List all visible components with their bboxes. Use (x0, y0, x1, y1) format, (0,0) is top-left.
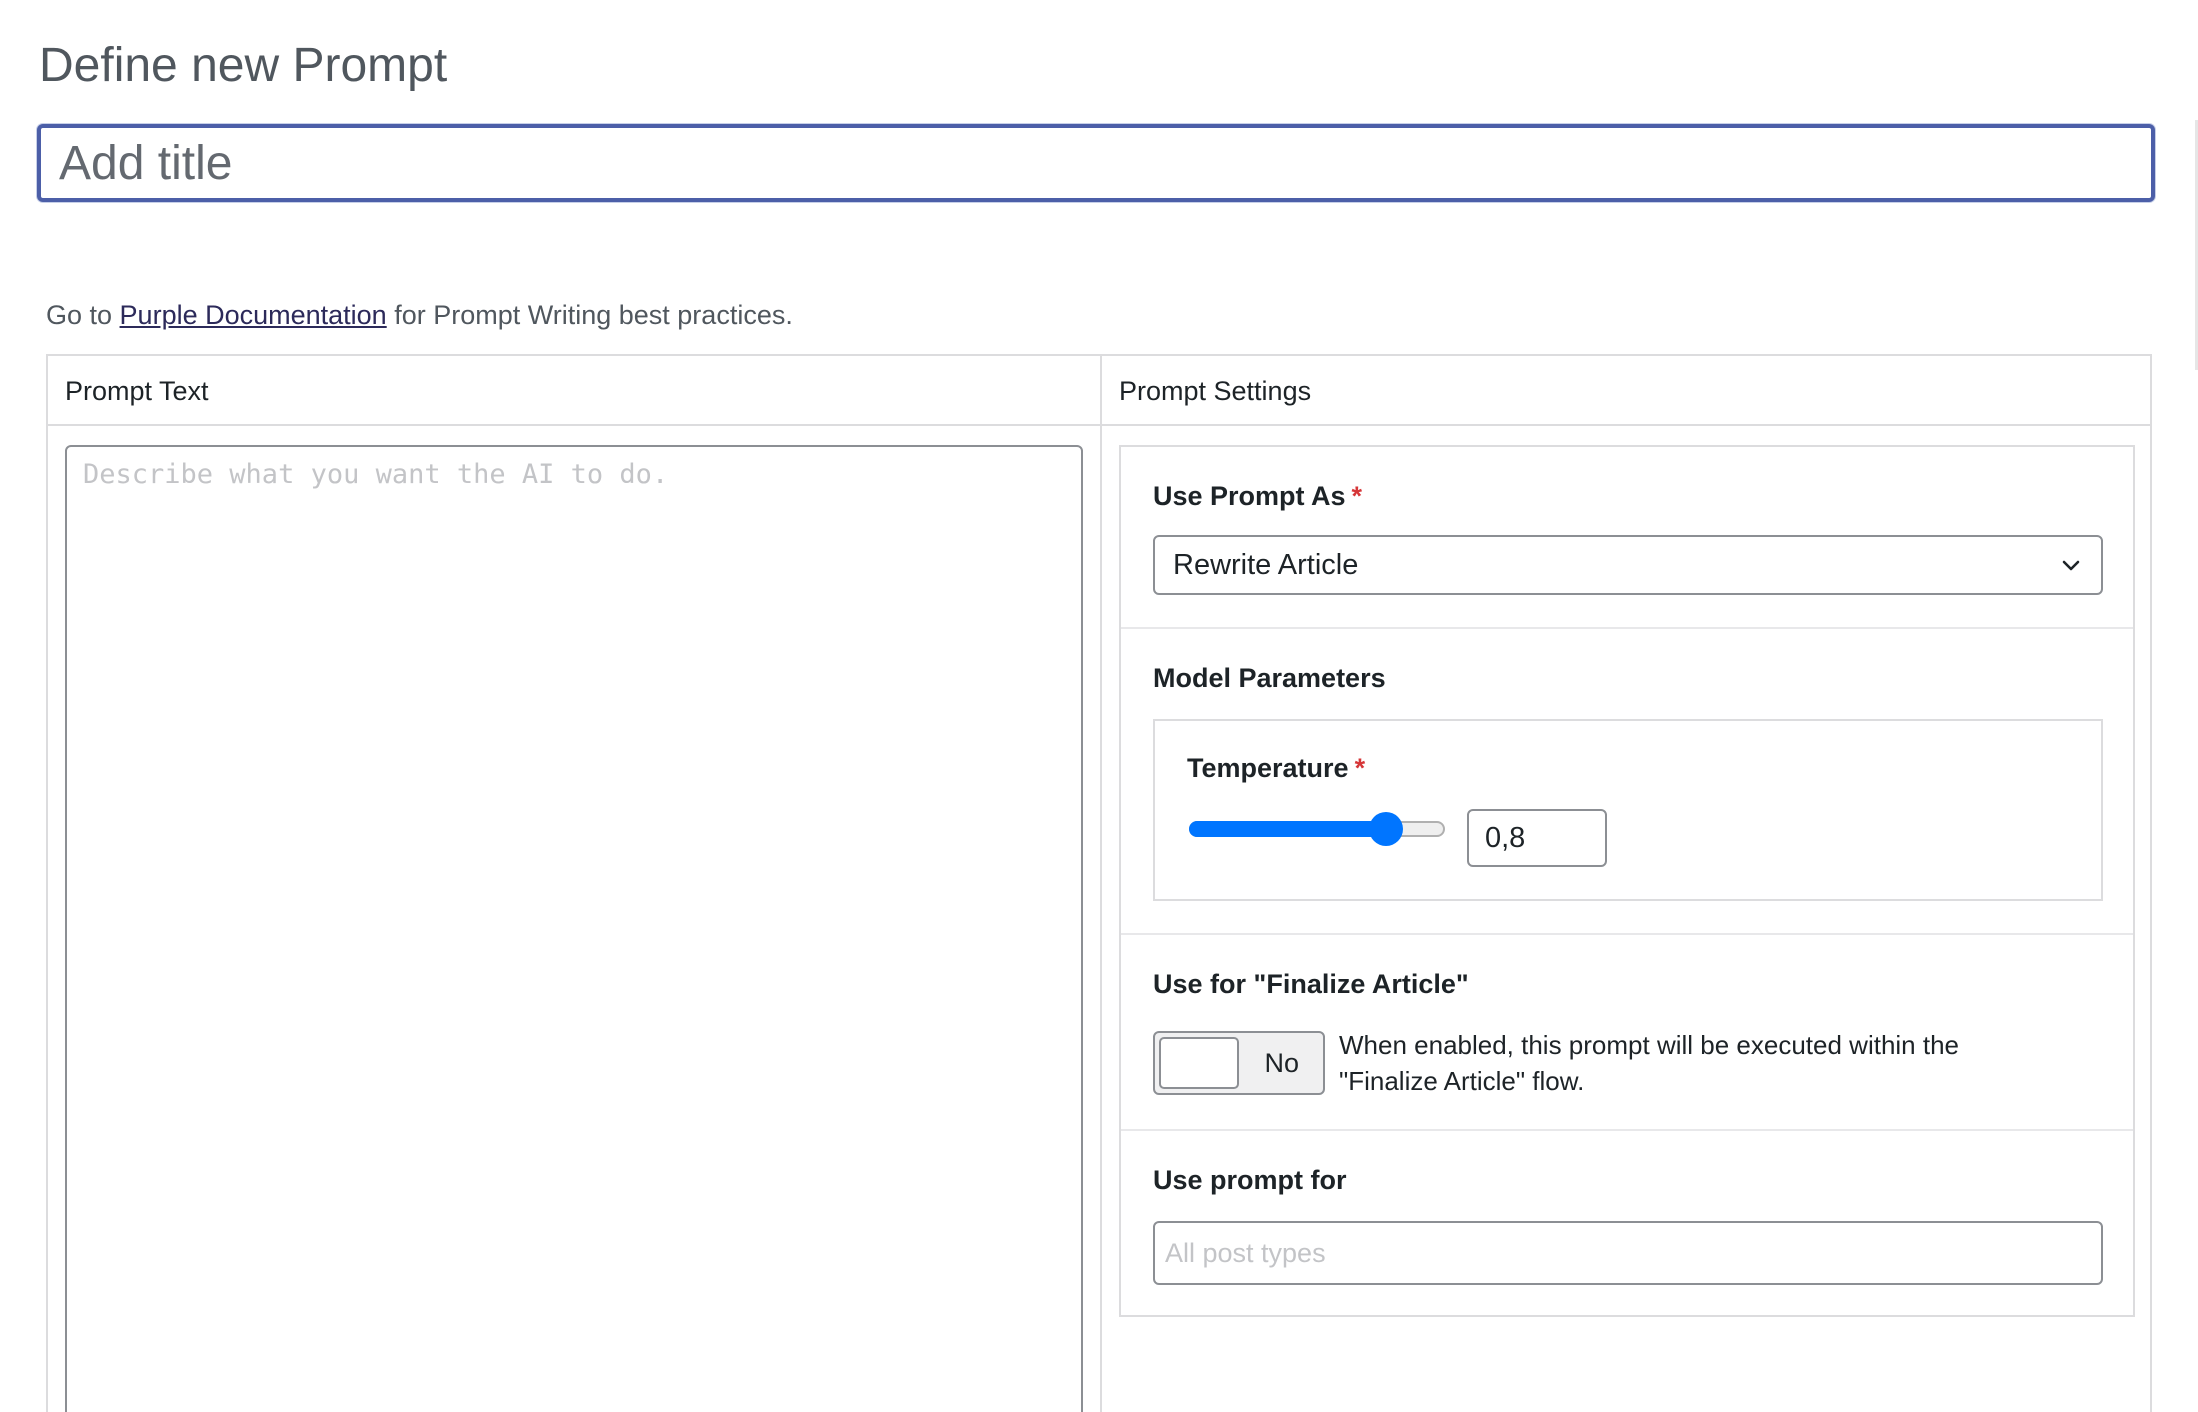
slider-thumb[interactable] (1369, 812, 1404, 846)
model-parameters-label: Model Parameters (1153, 663, 1386, 693)
prompt-text-header: Prompt Text (48, 356, 1100, 426)
temperature-slider[interactable] (1189, 812, 1445, 846)
temperature-input[interactable] (1467, 809, 1607, 867)
toggle-state-label: No (1264, 1048, 1299, 1078)
slider-fill (1189, 821, 1387, 837)
use-prompt-as-label: Use Prompt As * (1153, 481, 1363, 511)
toggle-knob (1159, 1037, 1239, 1089)
finalize-article-section: Use for "Finalize Article" No When enabl… (1121, 935, 2133, 1131)
required-asterisk: * (1351, 481, 1363, 511)
use-prompt-for-section: Use prompt for (1121, 1131, 2133, 1315)
documentation-link[interactable]: Purple Documentation (120, 300, 387, 330)
docs-prefix: Go to (46, 300, 120, 330)
use-prompt-for-label: Use prompt for (1153, 1165, 1347, 1195)
finalize-article-label: Use for "Finalize Article" (1153, 969, 1469, 999)
docs-hint: Go to Purple Documentation for Prompt Wr… (46, 298, 793, 332)
prompt-text-area[interactable] (65, 445, 1083, 1412)
temperature-label: Temperature * (1187, 753, 1366, 783)
settings-panel: Use Prompt As * Rewrite Article Model Par… (1119, 445, 2135, 1317)
page-title: Define new Prompt (39, 39, 448, 92)
post-types-input[interactable] (1153, 1221, 2103, 1285)
docs-suffix: for Prompt Writing best practices. (386, 300, 793, 330)
prompt-settings-column: Prompt Settings Use Prompt As * Rewrite A… (1102, 356, 2150, 1412)
finalize-article-description: When enabled, this prompt will be execut… (1339, 1030, 1960, 1096)
title-input[interactable] (37, 124, 2155, 202)
chevron-down-icon (2062, 560, 2080, 571)
temperature-box: Temperature * (1153, 719, 2103, 901)
model-parameters-section: Model Parameters Temperature * (1121, 629, 2133, 935)
prompt-text-column: Prompt Text (48, 356, 1102, 1412)
required-asterisk: * (1354, 753, 1366, 783)
prompt-editor-table: Prompt Text Prompt Settings Use Prompt A… (46, 354, 2152, 1412)
use-prompt-as-select[interactable]: Rewrite Article (1153, 535, 2103, 595)
finalize-article-toggle[interactable]: No (1153, 1031, 1325, 1095)
prompt-settings-header: Prompt Settings (1102, 356, 2150, 426)
selected-value: Rewrite Article (1173, 549, 1359, 581)
use-prompt-as-section: Use Prompt As * Rewrite Article (1121, 447, 2133, 629)
